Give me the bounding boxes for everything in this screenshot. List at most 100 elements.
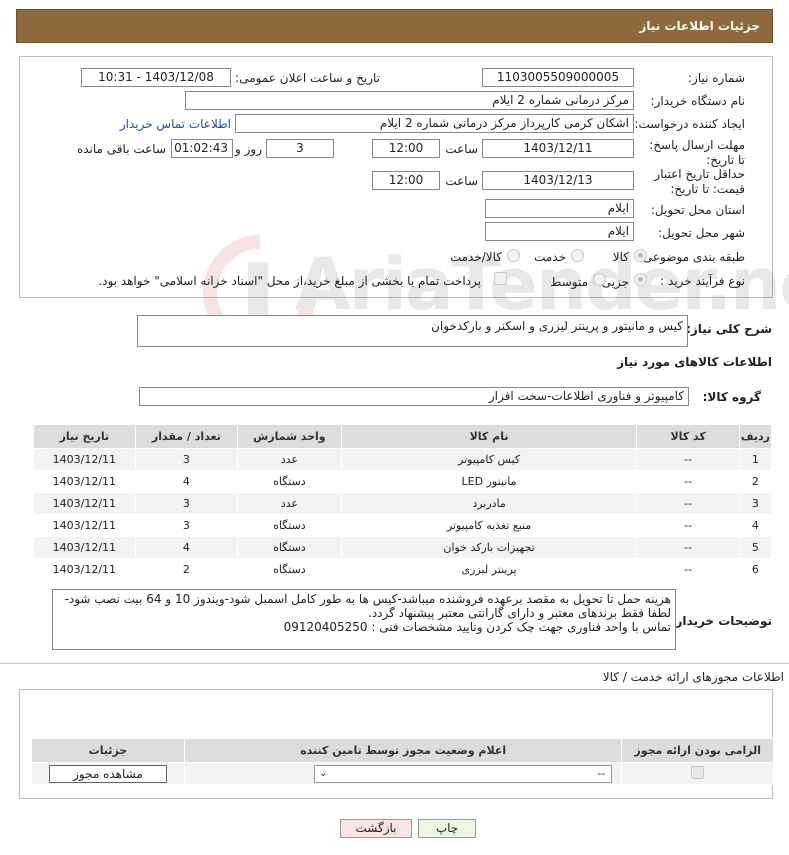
- buyer-notes-line-3: تماس با واحد فناوری جهت چک کردن وتایید م…: [283, 620, 671, 634]
- need-number-field: 1103005509000005: [482, 68, 634, 87]
- buyer-notes-line-1: هزینه حمل تا تحویل به مقصد برعهده فروشند…: [64, 592, 671, 606]
- deadline-date-field: 1403/12/11: [482, 139, 634, 158]
- print-button[interactable]: چاپ: [418, 819, 476, 838]
- need-number-label: شماره نیاز:: [688, 71, 745, 85]
- buyer-org-field: مرکز درمانی شماره 2 ایلام: [185, 91, 634, 110]
- cell-name: کیس کامپیوتر: [340, 448, 638, 471]
- goods-group-field: کامپیوتر و فناوری اطلاعات-سخت افزار: [139, 387, 689, 406]
- permit-status-select-value: --: [597, 766, 606, 780]
- treasury-payment-checkbox[interactable]: [494, 272, 507, 285]
- view-permit-button[interactable]: مشاهده مجوز: [48, 764, 167, 783]
- deadline-time-field: 12:00: [372, 139, 440, 158]
- process-radio-minor[interactable]: [634, 273, 647, 286]
- buyer-contact-link[interactable]: اطلاعات تماس خریدار: [120, 117, 231, 131]
- cell-row: 4: [738, 514, 773, 537]
- deadline-label: مهلت ارسال پاسخ: تا تاریخ:: [649, 138, 745, 167]
- cell-date: 1403/12/11: [33, 514, 136, 537]
- requester-field: اشکان کرمی کارپرداز مرکز درمانی شماره 2 …: [235, 114, 634, 133]
- city-label: شهر محل تحویل:: [658, 226, 745, 240]
- cell-row: 2: [738, 470, 773, 493]
- cell-qty: 3: [134, 492, 239, 515]
- goods-table: ردیف کد کالا نام کالا واحد شمارش تعداد /…: [33, 424, 773, 581]
- buyer-notes-line-2: لطفا فقط برندهای معتبر و دارای گارانتی م…: [368, 606, 671, 620]
- col-qty: تعداد / مقدار: [134, 424, 239, 449]
- validity-label: حداقل تاریخ اعتبار قیمت: تا تاریخ:: [654, 167, 745, 196]
- page-header: جزئیات اطلاعات نیاز: [16, 9, 773, 43]
- category-radio-goods[interactable]: [634, 249, 647, 262]
- cell-qty: 4: [134, 536, 239, 559]
- buyer-notes-textarea: هزینه حمل تا تحویل به مقصد برعهده فروشند…: [52, 589, 676, 650]
- deadline-time-label: ساعت: [445, 142, 478, 156]
- cell-qty: 4: [134, 470, 239, 493]
- category-radio-both[interactable]: [507, 249, 520, 262]
- table-row: -- ⌄ مشاهده مجوز: [31, 762, 774, 785]
- cell-date: 1403/12/11: [33, 492, 136, 515]
- days-field: 3: [266, 139, 334, 158]
- process-radio-medium[interactable]: [593, 273, 606, 286]
- cell-code: --: [636, 536, 740, 559]
- cell-unit: عدد: [237, 492, 342, 515]
- validity-time-label: ساعت: [445, 174, 478, 188]
- table-row: 4 -- منبع تغذیه کامپیوتر دستگاه 3 1403/1…: [33, 514, 773, 537]
- cell-date: 1403/12/11: [33, 448, 136, 471]
- table-row: 2 -- مانیتور LED دستگاه 4 1403/12/11: [33, 470, 773, 493]
- permit-required-checkbox: [691, 765, 705, 779]
- col-code: کد کالا: [636, 424, 740, 449]
- cell-qty: 3: [134, 514, 239, 537]
- treasury-payment-note: پرداخت تمام یا بخشی از مبلغ خرید،از محل …: [98, 274, 481, 288]
- city-field: ایلام: [485, 222, 634, 241]
- table-row: 1 -- کیس کامپیوتر عدد 3 1403/12/11: [33, 448, 773, 471]
- col-unit: واحد شمارش: [237, 424, 342, 449]
- cell-row: 3: [738, 492, 773, 515]
- cell-code: --: [636, 558, 740, 581]
- category-radio-service[interactable]: [571, 249, 584, 262]
- col-permit-status: اعلام وضعیت مجوز توسط تامین کننده: [183, 738, 623, 763]
- permit-status-select[interactable]: -- ⌄: [314, 764, 613, 783]
- col-permit-required: الزامی بودن ارائه مجوز: [621, 738, 774, 763]
- goods-section-title: اطلاعات کالاهای مورد نیاز: [617, 355, 772, 369]
- table-row: 3 -- مادربرد عدد 3 1403/12/11: [33, 492, 773, 515]
- cell-unit: دستگاه: [237, 558, 342, 581]
- remaining-label: ساعت باقی مانده: [76, 142, 166, 156]
- cell-name: پرینتر لیزری: [340, 558, 638, 581]
- cell-date: 1403/12/11: [33, 536, 136, 559]
- cell-unit: دستگاه: [237, 470, 342, 493]
- back-button[interactable]: بازگشت: [340, 819, 412, 838]
- cell-name: منبع تغذیه کامپیوتر: [340, 514, 638, 537]
- description-label: شرح کلی نیاز:: [686, 322, 772, 336]
- col-date: تاریخ نیاز: [33, 424, 136, 449]
- cell-code: --: [636, 492, 740, 515]
- col-permit-details: جزئیات: [31, 738, 185, 763]
- permits-table-header: الزامی بودن ارائه مجوز اعلام وضعیت مجوز …: [31, 738, 774, 763]
- buyer-notes-label: توضیحات خریدار:: [670, 614, 772, 628]
- requester-label: ایجاد کننده درخواست:: [634, 117, 745, 131]
- goods-table-header: ردیف کد کالا نام کالا واحد شمارش تعداد /…: [33, 424, 773, 449]
- cell-unit: عدد: [237, 448, 342, 471]
- permits-table: الزامی بودن ارائه مجوز اعلام وضعیت مجوز …: [31, 738, 774, 785]
- permits-section-title: اطلاعات مجوزهای ارائه خدمت / کالا: [602, 670, 784, 684]
- category-option-service: خدمت: [534, 250, 566, 264]
- cell-date: 1403/12/11: [33, 558, 136, 581]
- process-option-medium: متوسط: [550, 275, 588, 289]
- cell-name: مانیتور LED: [340, 470, 638, 493]
- table-row: 6 -- پرینتر لیزری دستگاه 2 1403/12/11: [33, 558, 773, 581]
- cell-row: 1: [738, 448, 773, 471]
- permits-divider: [0, 663, 789, 664]
- goods-group-label: گروه کالا:: [702, 390, 761, 404]
- days-label: روز و: [235, 142, 262, 156]
- announce-field: 1403/12/08 - 10:31: [81, 68, 231, 87]
- table-row: 5 -- تجهیزات بارکد خوان دستگاه 4 1403/12…: [33, 536, 773, 559]
- category-option-goods: کالا: [612, 250, 629, 264]
- process-label: نوع فرآیند خرید :: [660, 274, 745, 288]
- announce-label: تاریخ و ساعت اعلان عمومی:: [235, 71, 380, 85]
- validity-date-field: 1403/12/13: [482, 171, 634, 190]
- chevron-down-icon: ⌄: [319, 767, 328, 779]
- cell-unit: دستگاه: [237, 536, 342, 559]
- validity-time-field: 12:00: [372, 171, 440, 190]
- cell-unit: دستگاه: [237, 514, 342, 537]
- cell-qty: 3: [134, 448, 239, 471]
- col-name: نام کالا: [340, 424, 638, 449]
- cell-date: 1403/12/11: [33, 470, 136, 493]
- cell-row: 5: [738, 536, 773, 559]
- remaining-time-field: 01:02:43: [171, 139, 233, 158]
